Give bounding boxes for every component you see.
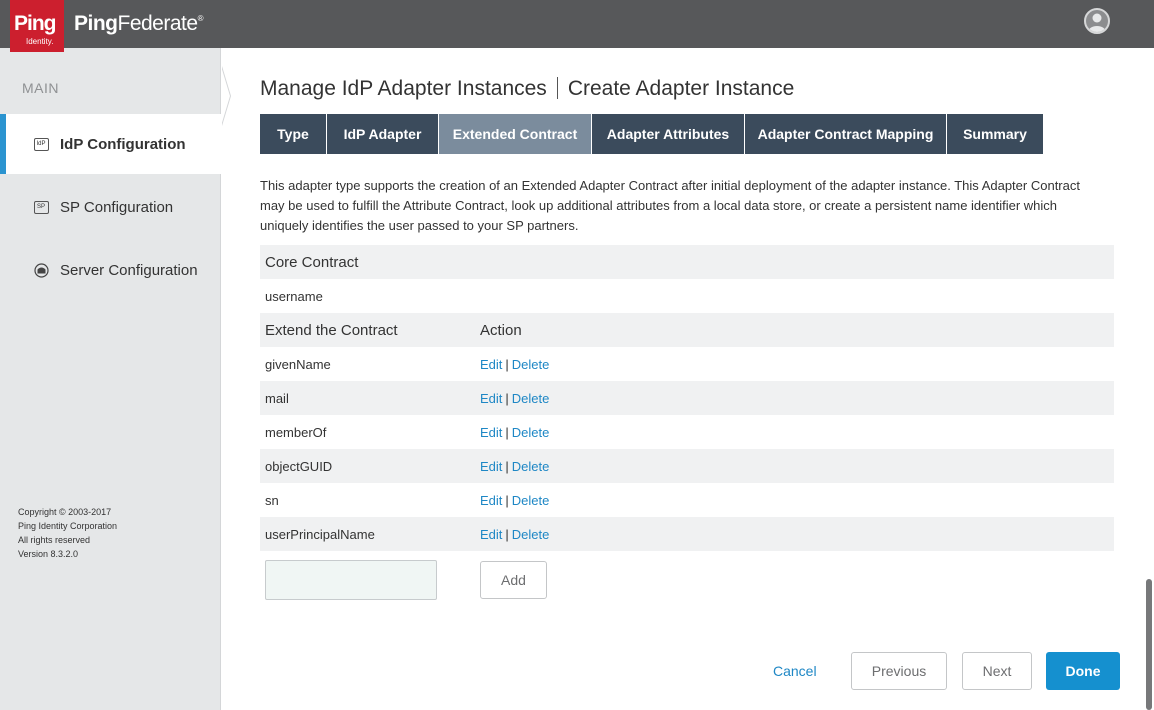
previous-button[interactable]: Previous [851, 652, 947, 690]
edit-link[interactable]: Edit [480, 357, 502, 372]
action-separator: | [505, 390, 509, 406]
contract-table: Core Contract username Extend the Contra… [260, 245, 1114, 551]
action-separator: | [505, 492, 509, 508]
delete-link[interactable]: Delete [512, 425, 550, 440]
sidebar-item-label: IdP Configuration [60, 135, 186, 153]
attribute-name: objectGUID [265, 458, 333, 474]
page-description: This adapter type supports the creation … [260, 178, 1080, 233]
tab-adapter-contract-mapping[interactable]: Adapter Contract Mapping [745, 114, 947, 154]
new-attribute-input[interactable] [265, 560, 437, 600]
main-content: Manage IdP Adapter Instances Create Adapt… [260, 0, 1120, 710]
version-line: Version 8.3.2.0 [18, 549, 79, 559]
row-actions: Edit | Delete [480, 527, 549, 542]
table-row: sn Edit | Delete [260, 483, 1114, 517]
company-line: Ping Identity Corporation [18, 521, 118, 531]
delete-link[interactable]: Delete [512, 459, 550, 474]
delete-link[interactable]: Delete [512, 527, 550, 542]
sidebar: MAIN IdP IdP Configuration SP SP Configu… [0, 48, 222, 710]
core-contract-header: Core Contract [265, 253, 359, 271]
action-separator: | [505, 526, 509, 542]
tab-extended-contract[interactable]: Extended Contract [439, 114, 592, 154]
sidebar-section-main: MAIN [22, 80, 59, 96]
attribute-name: mail [265, 390, 289, 406]
ping-identity-logo: Ping Identity. [10, 0, 64, 52]
action-separator: | [505, 424, 509, 440]
table-row: objectGUID Edit | Delete [260, 449, 1114, 483]
wizard-tabs: Type IdP Adapter Extended Contract Adapt… [260, 114, 1043, 154]
row-actions: Edit | Delete [480, 425, 549, 440]
attribute-name: sn [265, 492, 279, 508]
idp-icon-text: IdP [33, 137, 49, 151]
page-title: Manage IdP Adapter Instances Create Adapt… [260, 77, 794, 101]
row-actions: Edit | Delete [480, 391, 549, 406]
attribute-name: memberOf [265, 424, 327, 440]
product-name-suffix: Federate [117, 12, 199, 35]
core-contract-value: username [265, 288, 323, 304]
sidebar-item-label: Server Configuration [60, 261, 198, 279]
rights-line: All rights reserved [18, 535, 91, 545]
row-actions: Edit | Delete [480, 357, 549, 372]
edit-link[interactable]: Edit [480, 459, 502, 474]
sp-icon: SP [33, 199, 49, 215]
trademark-symbol: ® [197, 14, 204, 23]
action-header: Action [480, 321, 522, 339]
core-contract-header-row: Core Contract [260, 245, 1114, 279]
page-subtitle: Create Adapter Instance [567, 77, 795, 100]
tab-adapter-attributes[interactable]: Adapter Attributes [592, 114, 745, 154]
attribute-name: userPrincipalName [265, 526, 375, 542]
edit-link[interactable]: Edit [480, 391, 502, 406]
vertical-scrollbar[interactable] [1146, 579, 1152, 710]
delete-link[interactable]: Delete [512, 357, 550, 372]
sidebar-item-idp-configuration[interactable]: IdP IdP Configuration [0, 114, 222, 174]
sp-icon-text: SP [33, 200, 49, 214]
edit-link[interactable]: Edit [480, 527, 502, 542]
sidebar-item-label: SP Configuration [60, 198, 174, 216]
table-row: givenName Edit | Delete [260, 347, 1114, 381]
done-button[interactable]: Done [1046, 652, 1120, 690]
page-title-main: Manage IdP Adapter Instances [260, 77, 547, 100]
logo-subtext: Identity. [26, 37, 54, 46]
server-icon [33, 262, 49, 278]
title-divider [556, 77, 558, 99]
next-button[interactable]: Next [962, 652, 1032, 690]
extend-contract-header-row: Extend the Contract Action [260, 313, 1114, 347]
attribute-name: givenName [265, 356, 331, 372]
idp-icon: IdP [33, 136, 49, 152]
add-button[interactable]: Add [480, 561, 547, 599]
action-separator: | [505, 458, 509, 474]
tab-idp-adapter[interactable]: IdP Adapter [327, 114, 439, 154]
table-row: mail Edit | Delete [260, 381, 1114, 415]
active-indicator-arrow [221, 66, 230, 126]
delete-link[interactable]: Delete [512, 493, 550, 508]
extend-contract-header: Extend the Contract [265, 321, 398, 339]
sidebar-item-server-configuration[interactable]: Server Configuration [0, 240, 221, 300]
copyright-line: Copyright © 2003-2017 [18, 507, 112, 517]
sidebar-item-sp-configuration[interactable]: SP SP Configuration [0, 177, 221, 237]
edit-link[interactable]: Edit [480, 425, 502, 440]
product-name: PingFederate® [74, 12, 204, 36]
row-actions: Edit | Delete [480, 459, 549, 474]
table-row: memberOf Edit | Delete [260, 415, 1114, 449]
copyright-notice: Copyright © 2003-2017 Ping Identity Corp… [18, 505, 117, 561]
product-name-prefix: Ping [74, 12, 118, 35]
tab-summary[interactable]: Summary [947, 114, 1043, 154]
action-separator: | [505, 356, 509, 372]
core-contract-row: username [260, 279, 1114, 313]
cancel-link[interactable]: Cancel [773, 663, 817, 679]
delete-link[interactable]: Delete [512, 391, 550, 406]
edit-link[interactable]: Edit [480, 493, 502, 508]
table-row: userPrincipalName Edit | Delete [260, 517, 1114, 551]
row-actions: Edit | Delete [480, 493, 549, 508]
logo-text: Ping [14, 12, 56, 35]
tab-type[interactable]: Type [260, 114, 327, 154]
